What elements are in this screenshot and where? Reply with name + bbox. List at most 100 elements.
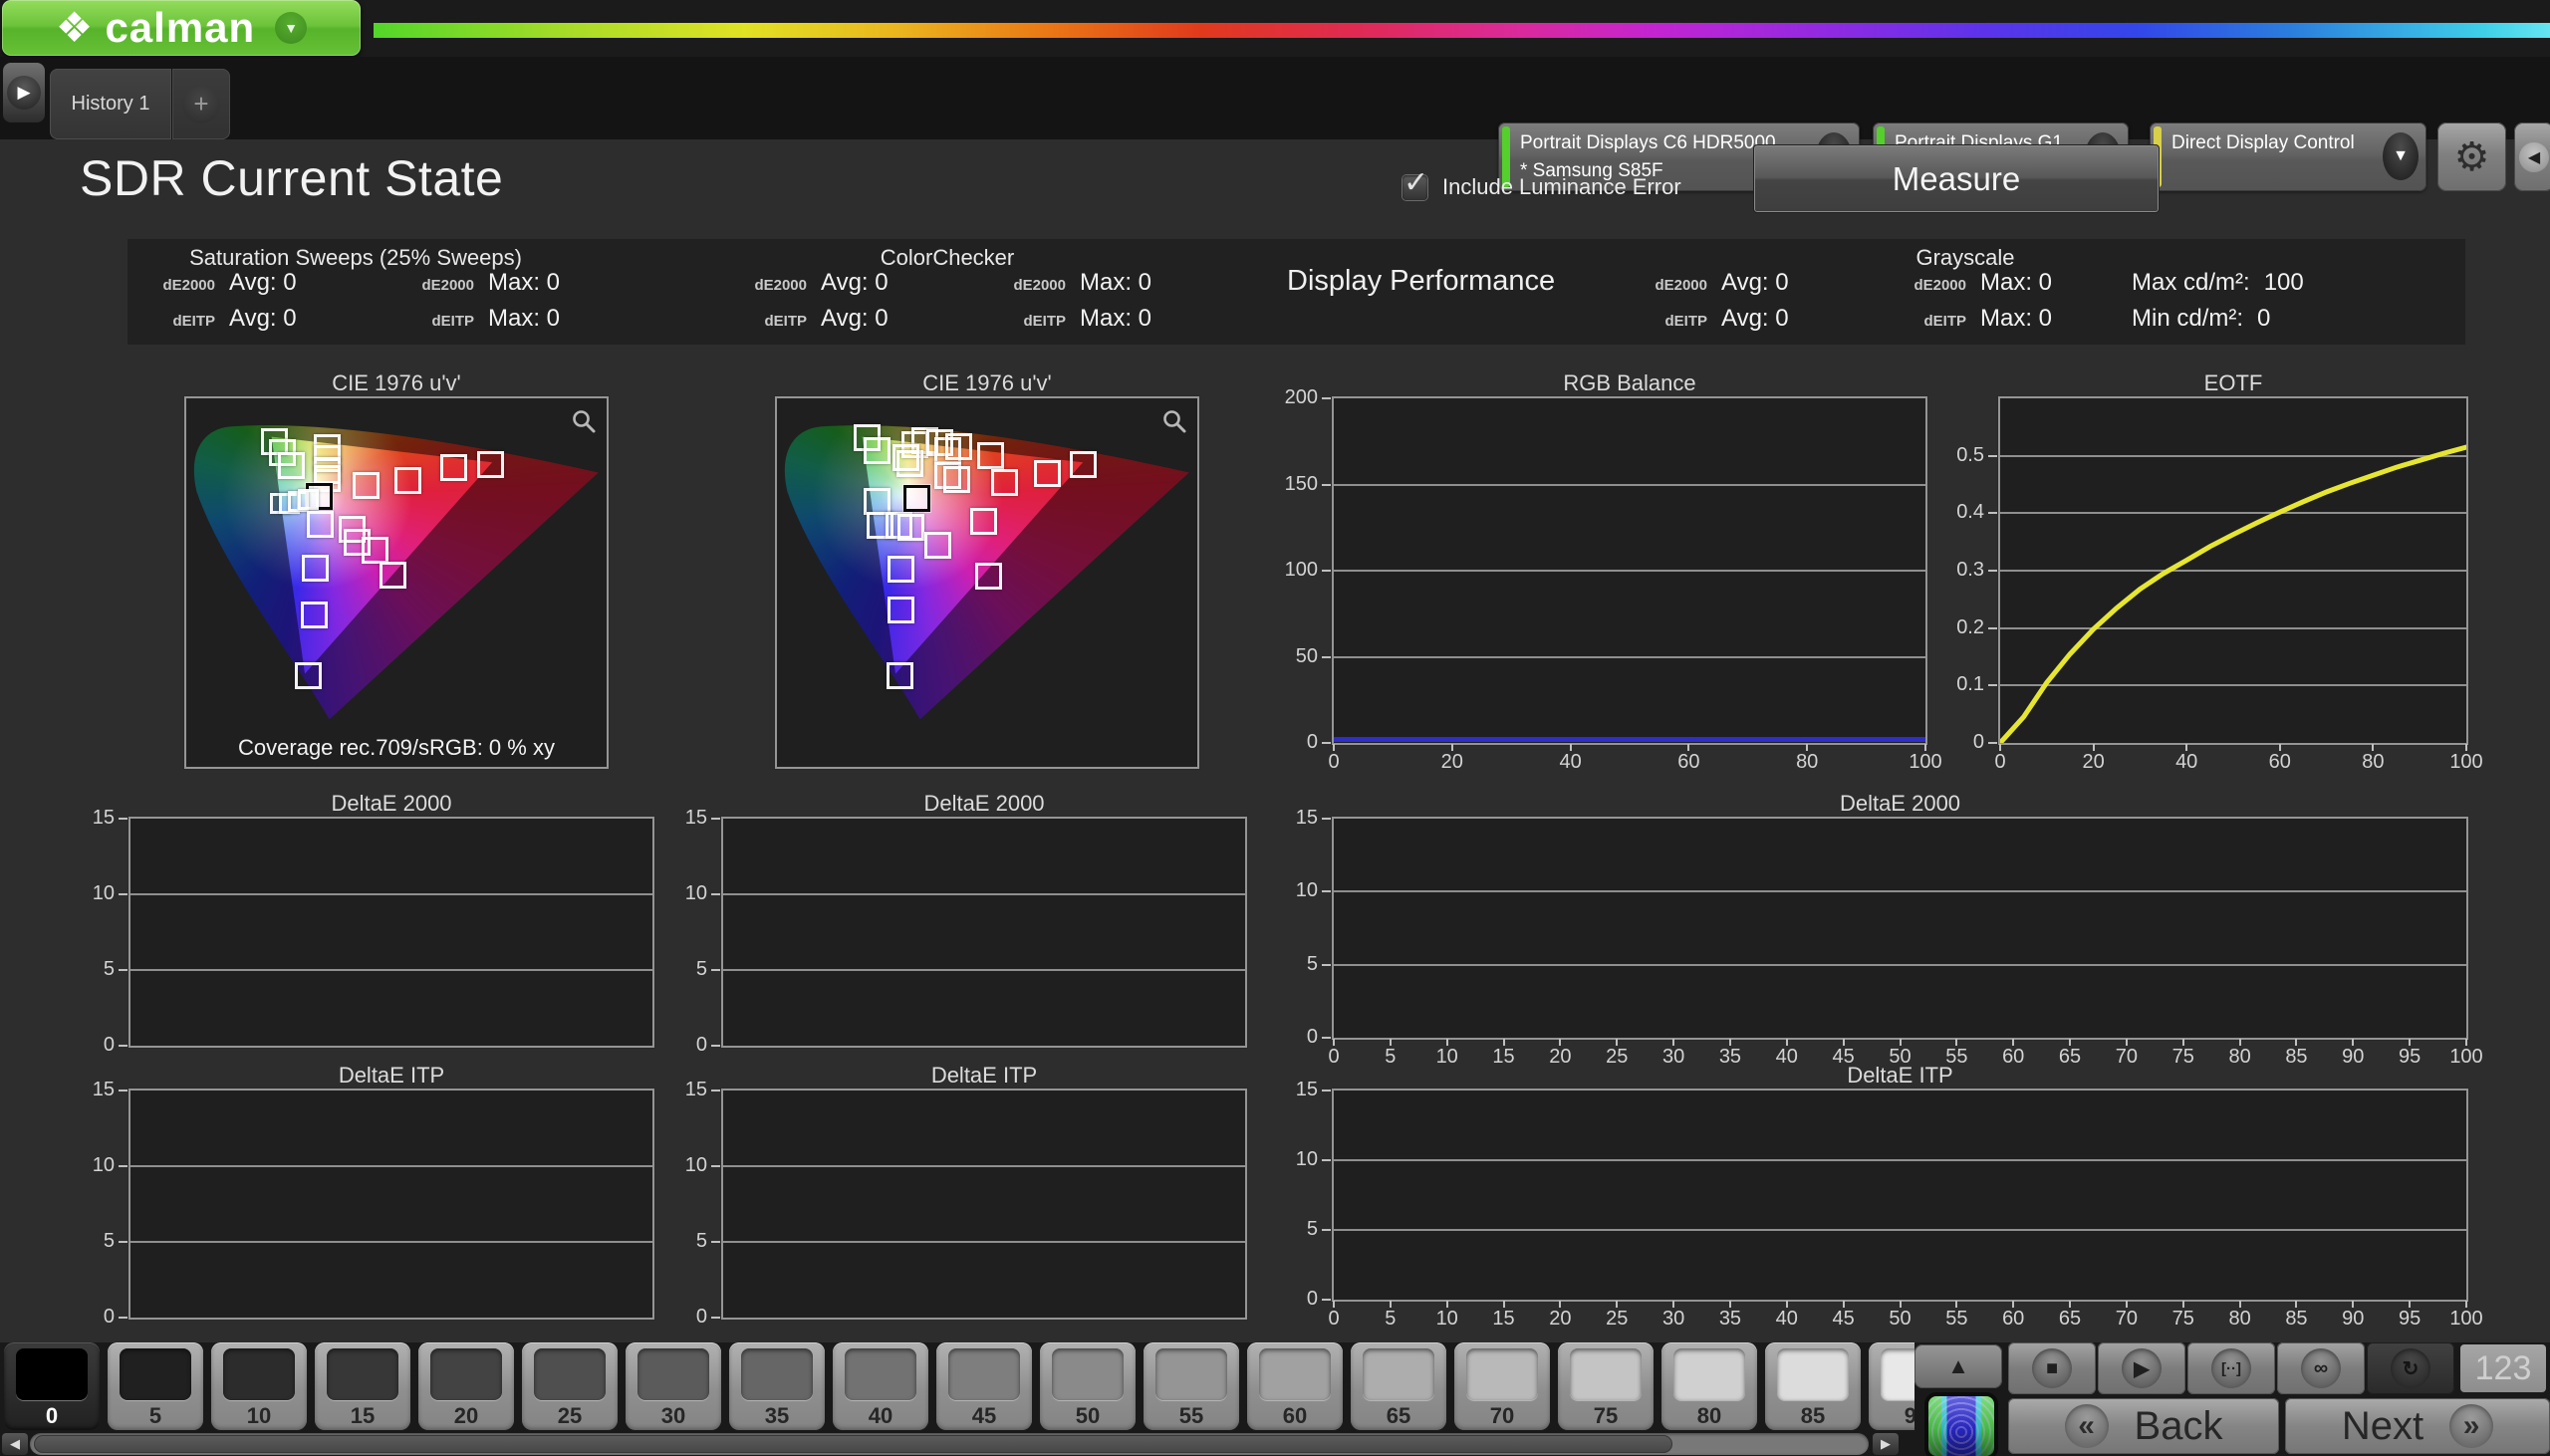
cie-diagram: [188, 400, 605, 765]
patch-90[interactable]: 90: [1869, 1342, 1914, 1430]
patch-10[interactable]: 10: [211, 1342, 307, 1430]
patch-50[interactable]: 50: [1040, 1342, 1136, 1430]
y-tick-mark: [711, 1241, 720, 1243]
patch-30[interactable]: 30: [626, 1342, 721, 1430]
pattern-patch-bar: 0510 15 2025 30 35 40 45 50 55 60657075808590 ◀ ▶…: [0, 1342, 2550, 1456]
y-tick-label: 10: [1274, 1148, 1318, 1171]
metric-value: Max: 0: [1080, 269, 1151, 297]
stat-cell: dEITPAvg: 0: [741, 305, 889, 333]
patch-65[interactable]: 65: [1351, 1342, 1446, 1430]
x-tick-label: 60: [1660, 751, 1716, 774]
patch-55[interactable]: 55: [1144, 1342, 1239, 1430]
patch-85[interactable]: 85: [1765, 1342, 1861, 1430]
patch-label: 30: [626, 1403, 721, 1429]
x-tick-label: 80: [2345, 751, 2401, 774]
patch-label: 55: [1144, 1403, 1239, 1429]
calman-menu-button[interactable]: ❖ calman ▼: [2, 0, 361, 56]
patch-70[interactable]: 70: [1454, 1342, 1550, 1430]
x-tick-label: 55: [1928, 1308, 1984, 1331]
stop-button[interactable]: ■: [2008, 1342, 2096, 1394]
pattern-window-thumbnail[interactable]: [1924, 1392, 1998, 1456]
y-tick-label: 5: [71, 958, 115, 981]
display-control-dropdown[interactable]: Direct Display Control ▼: [2150, 122, 2426, 191]
x-tick-label: 100: [2438, 1308, 2494, 1331]
cie-target-square: [943, 466, 970, 493]
patch-15[interactable]: 15: [315, 1342, 410, 1430]
y-tick-label: 15: [1274, 807, 1318, 830]
cie-target-square: [924, 532, 951, 559]
gridline: [723, 1241, 1245, 1243]
gridline: [723, 1165, 1245, 1167]
add-tab-button[interactable]: +: [172, 69, 230, 139]
patch-label: 15: [315, 1403, 410, 1429]
y-tick-label: 5: [1274, 953, 1318, 976]
x-tick-label: 35: [1702, 1308, 1758, 1331]
patch-40[interactable]: 40: [833, 1342, 928, 1430]
collapse-panel-button[interactable]: ◀: [2514, 122, 2550, 191]
deltae-itp-chart-grayscale: DeltaE ITP051015051015202530354045505560…: [1332, 1089, 2468, 1302]
y-tick-mark: [119, 1045, 128, 1047]
chevron-down-icon[interactable]: ▼: [275, 12, 307, 44]
cie-target-square: [864, 488, 891, 515]
metric-value: Max: 0: [488, 269, 560, 297]
patch-75[interactable]: 75: [1558, 1342, 1654, 1430]
y-tick-mark: [711, 969, 720, 971]
cie-target-square: [307, 511, 334, 538]
patch-swatch: [1052, 1348, 1124, 1400]
patch-swatch: [1570, 1348, 1642, 1400]
y-tick-mark: [1988, 742, 1997, 744]
patch-5[interactable]: 5: [108, 1342, 203, 1430]
measure-button[interactable]: Measure: [1753, 144, 2160, 213]
chart-title: DeltaE ITP: [130, 1063, 652, 1089]
patch-45[interactable]: 45: [936, 1342, 1032, 1430]
cie-target-square: [970, 508, 997, 535]
patch-label: 50: [1040, 1403, 1136, 1429]
y-tick-label: 10: [663, 1154, 707, 1177]
scroll-left-button[interactable]: ◀: [2, 1433, 28, 1455]
scroll-right-button[interactable]: ▶: [1873, 1433, 1899, 1455]
y-tick-label: 10: [71, 882, 115, 905]
settings-button[interactable]: ⚙: [2437, 122, 2506, 191]
include-luminance-checkbox[interactable]: ✓: [1402, 175, 1427, 200]
patch-35[interactable]: 35: [729, 1342, 825, 1430]
y-tick-mark: [1322, 1229, 1331, 1231]
metric-value: Max: 0: [1080, 305, 1151, 333]
x-tick-mark: [1616, 1301, 1618, 1308]
refresh-button[interactable]: ↻: [2367, 1342, 2454, 1394]
layout-expand-button[interactable]: ▶: [3, 63, 45, 122]
zoom-magnifier-icon[interactable]: [571, 408, 597, 434]
x-tick-label: 75: [2156, 1308, 2211, 1331]
play-button[interactable]: ▶: [2098, 1342, 2185, 1394]
tab-history-1[interactable]: History 1: [50, 69, 171, 139]
pattern-counter[interactable]: 123: [2460, 1344, 2546, 1392]
step-button[interactable]: [··]: [2187, 1342, 2275, 1394]
back-button[interactable]: « Back: [2008, 1398, 2279, 1454]
x-tick-label: 45: [1816, 1308, 1872, 1331]
stat-cell: dE2000Avg: 0: [1642, 269, 1789, 297]
patch-panel-expand-button[interactable]: ▲: [1914, 1344, 2002, 1388]
cie-target-square: [1034, 460, 1061, 487]
x-tick-mark: [1333, 1301, 1335, 1308]
patch-20[interactable]: 20: [418, 1342, 514, 1430]
patch-label: 40: [833, 1403, 928, 1429]
x-tick-mark: [2012, 1039, 2014, 1046]
cie-target-square: [295, 662, 322, 689]
patch-0[interactable]: 0: [4, 1342, 100, 1430]
patch-25[interactable]: 25: [522, 1342, 618, 1430]
x-tick-mark: [1955, 1039, 1957, 1046]
next-button[interactable]: Next »: [2285, 1398, 2550, 1454]
patch-80[interactable]: 80: [1661, 1342, 1757, 1430]
patch-60[interactable]: 60: [1247, 1342, 1343, 1430]
x-tick-mark: [1559, 1039, 1561, 1046]
stat-cell: dEITPMax: 0: [1901, 305, 2052, 333]
zoom-magnifier-icon[interactable]: [1161, 408, 1187, 434]
y-tick-label: 0: [71, 1306, 115, 1329]
loop-button[interactable]: ∞: [2277, 1342, 2365, 1394]
x-tick-label: 25: [1589, 1308, 1645, 1331]
y-tick-mark: [1322, 484, 1331, 486]
display-control-dropdown-text: Direct Display Control: [2171, 129, 2375, 157]
patch-scrollbar-thumb[interactable]: [34, 1435, 1672, 1453]
patch-list: 0510 15 2025 30 35 40 45 50 55 60657075808590: [4, 1342, 1914, 1430]
x-tick-mark: [1843, 1039, 1845, 1046]
calman-logo-text: calman: [105, 4, 255, 52]
